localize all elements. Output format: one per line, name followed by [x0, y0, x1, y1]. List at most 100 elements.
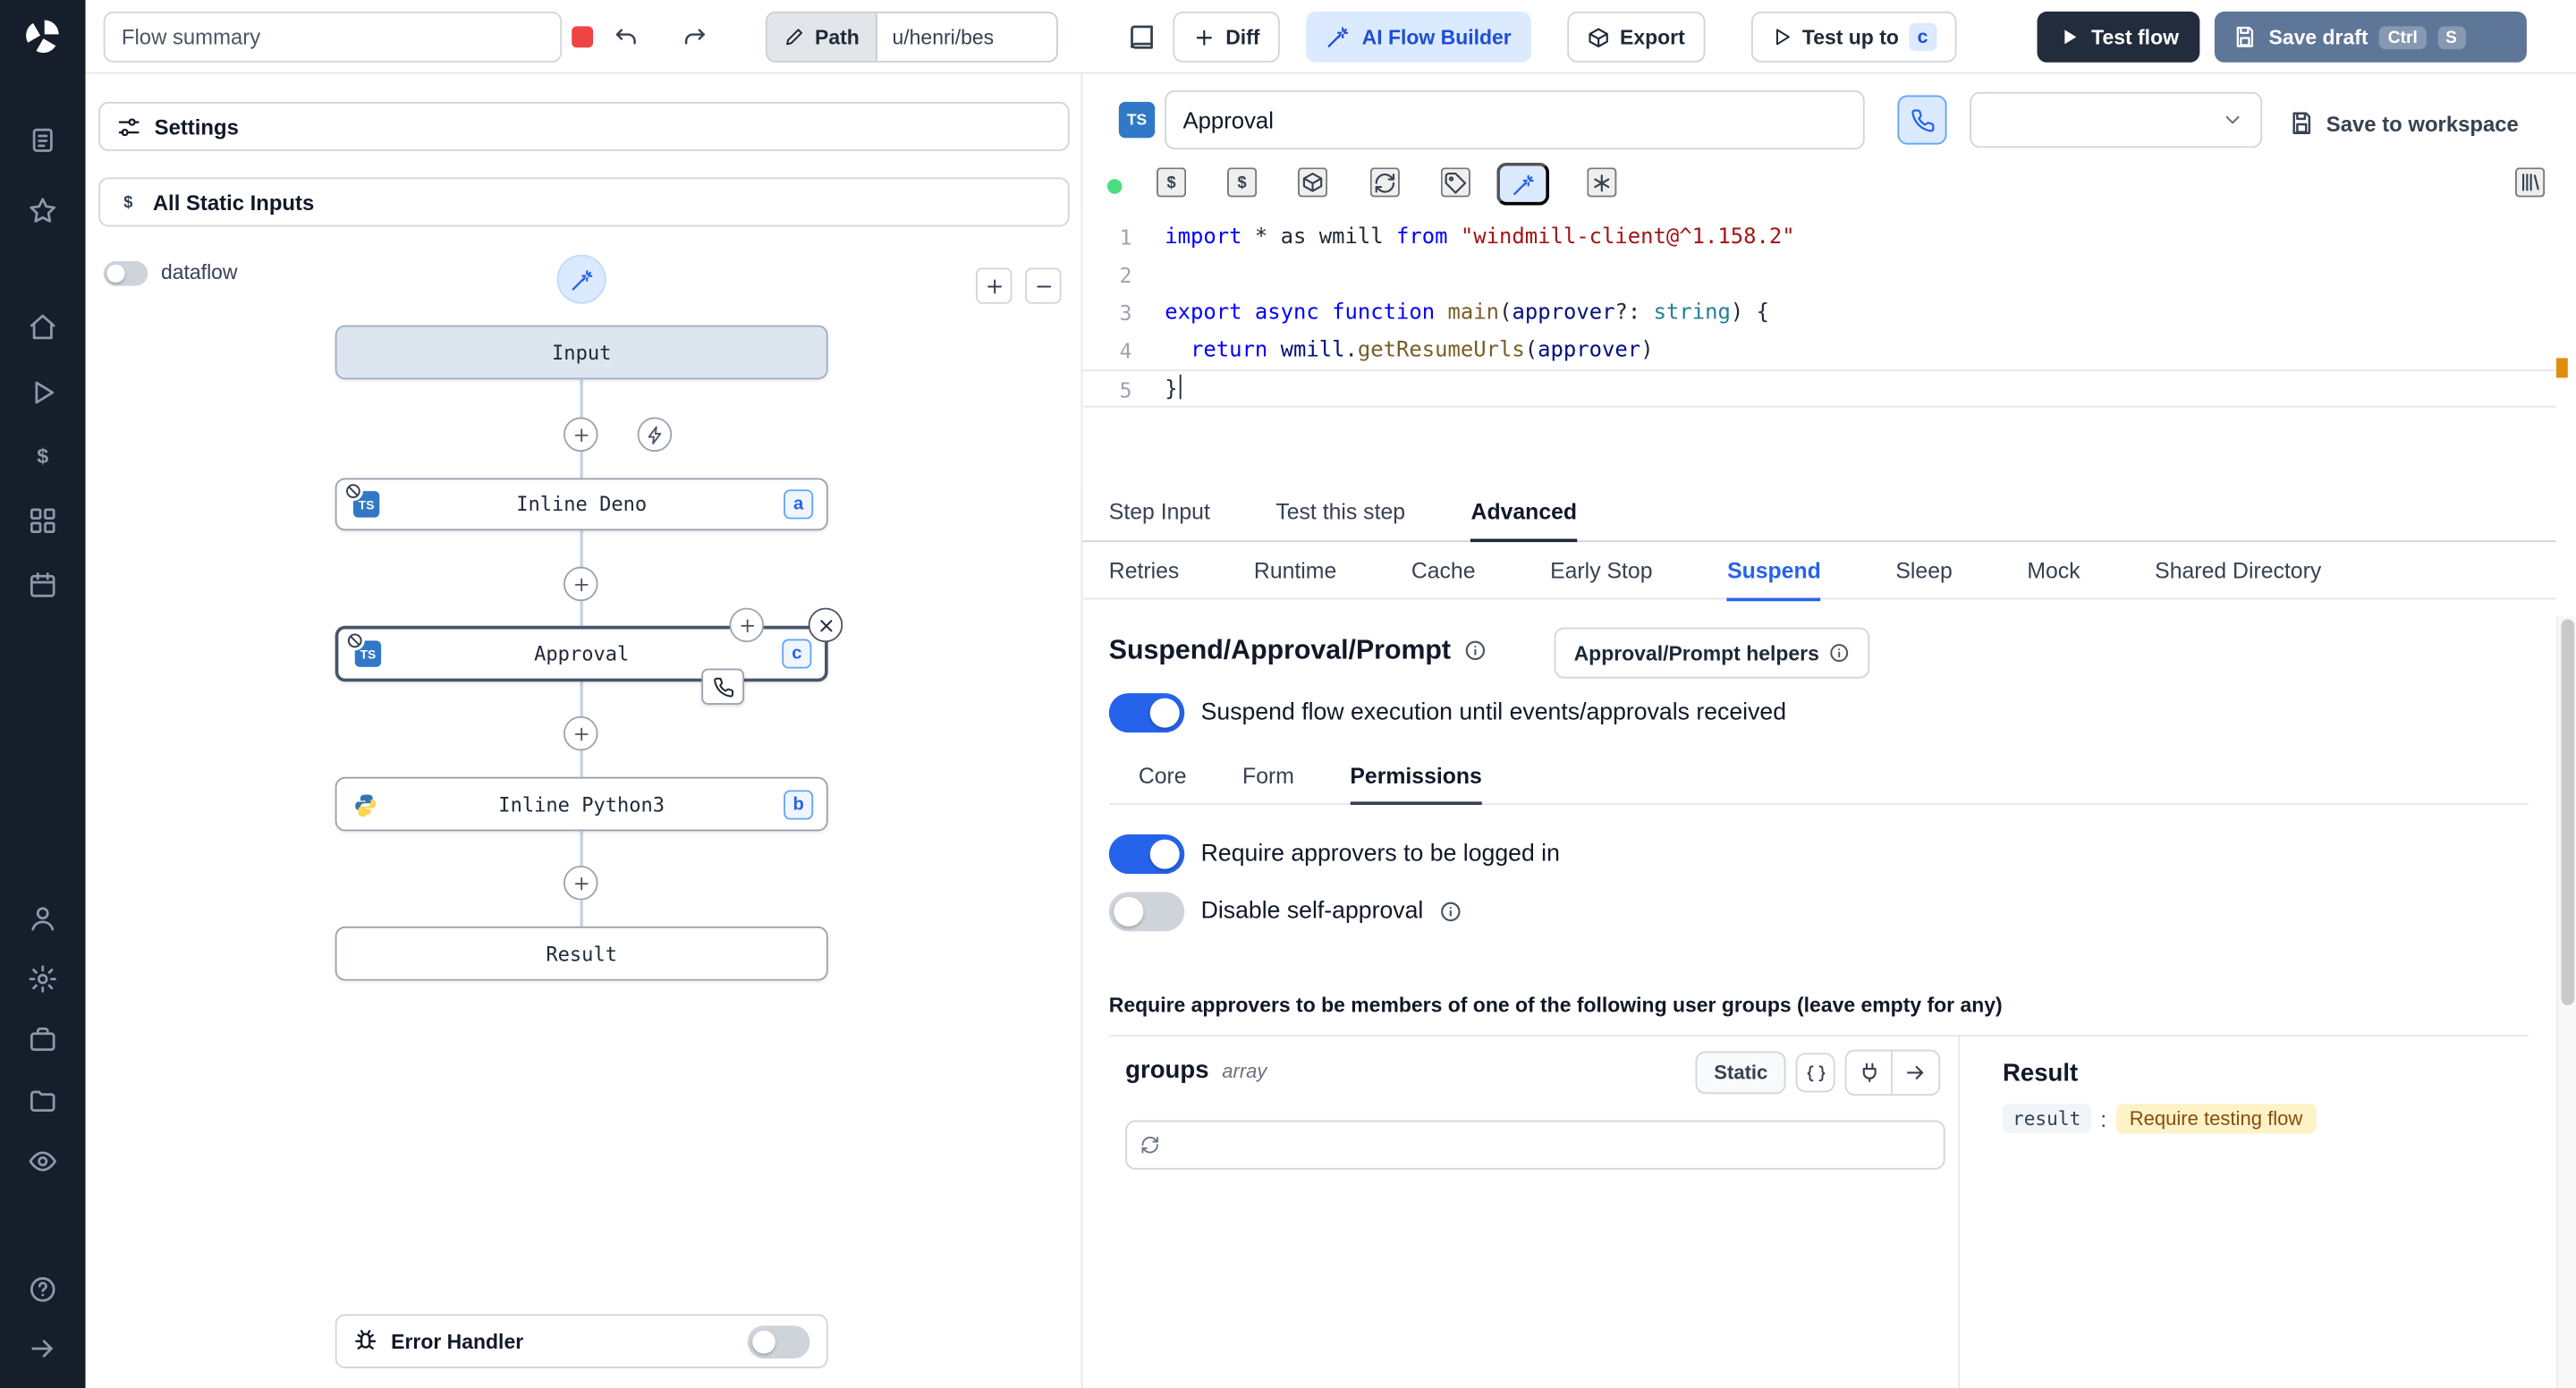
redo-button[interactable] — [672, 13, 717, 61]
zoom-out-button[interactable] — [1025, 267, 1062, 304]
result-title: Result — [2002, 1059, 2079, 1088]
tab-shared-directory[interactable]: Shared Directory — [2155, 542, 2321, 601]
tab-early-stop[interactable]: Early Stop — [1550, 542, 1652, 601]
sidebar-runs-icon[interactable] — [23, 120, 63, 159]
bug-icon — [353, 1329, 378, 1354]
groups-label-row: groups array — [1125, 1056, 1267, 1084]
plug-icon-button[interactable] — [1846, 1051, 1893, 1095]
sidebar-jobs-icon[interactable] — [23, 373, 63, 412]
variable-picker-icon[interactable] — [1157, 167, 1187, 198]
flow-summary-input[interactable] — [103, 11, 563, 63]
sidebar-folders-icon[interactable] — [23, 1081, 63, 1121]
sidebar-users-icon[interactable] — [23, 899, 63, 938]
insert-step-button[interactable] — [563, 417, 598, 453]
tab-suspend[interactable]: Suspend — [1727, 542, 1821, 602]
sidebar-help-icon[interactable] — [23, 1270, 63, 1309]
diff-button[interactable]: Diff — [1173, 11, 1280, 63]
scrollbar-thumb[interactable] — [2561, 619, 2575, 1006]
docs-book-button[interactable] — [1117, 13, 1166, 61]
tab-cache[interactable]: Cache — [1411, 542, 1476, 601]
code-line[interactable]: 5} — [1082, 369, 2556, 408]
sidebar-resources-icon[interactable] — [23, 501, 63, 540]
approval-prompt-helpers-button[interactable]: Approval/Prompt helpers — [1554, 627, 1870, 679]
approval-phone-icon[interactable] — [701, 668, 745, 705]
tab-permissions[interactable]: Permissions — [1350, 750, 1482, 805]
save-to-workspace-button[interactable]: Save to workspace — [2289, 102, 2519, 145]
script-tag-icon[interactable] — [1440, 167, 1470, 198]
flow-node-input[interactable]: Input — [335, 325, 828, 380]
generate-icon[interactable] — [1587, 167, 1617, 198]
script-library-icon[interactable] — [2515, 167, 2546, 198]
tab-retries[interactable]: Retries — [1109, 542, 1180, 601]
export-button[interactable]: Export — [1567, 11, 1705, 63]
save-draft-button[interactable]: Save draft Ctrl S — [2214, 11, 2527, 63]
step-name-input[interactable] — [1165, 90, 1865, 150]
delete-step-button[interactable] — [808, 607, 843, 643]
panel-scrollbar[interactable] — [2555, 615, 2576, 1388]
code-line[interactable]: 1 import * as wmill from "windmill-client… — [1082, 218, 2556, 256]
error-handler-toggle[interactable] — [747, 1325, 810, 1358]
error-handler-row[interactable]: Error Handler — [335, 1314, 828, 1368]
add-step-after-approval-button[interactable] — [729, 607, 765, 643]
tab-core[interactable]: Core — [1139, 750, 1187, 805]
tab-step-input[interactable]: Step Input — [1109, 485, 1210, 542]
flow-node-inline-deno[interactable]: TS Inline Deno a — [335, 478, 828, 531]
sidebar-variables-icon[interactable] — [23, 437, 63, 477]
result-colon: : — [2100, 1106, 2107, 1131]
suspend-toggle[interactable] — [1108, 693, 1185, 733]
sidebar-settings-icon[interactable] — [23, 960, 63, 999]
refresh-icon[interactable] — [1140, 1135, 1160, 1155]
suspend-phone-button[interactable] — [1897, 95, 1947, 145]
undo-button[interactable] — [603, 13, 648, 61]
sidebar-audit-logs-icon[interactable] — [23, 1142, 63, 1181]
insert-step-button[interactable] — [563, 865, 598, 901]
insert-step-button[interactable] — [563, 566, 598, 602]
flow-settings-row[interactable]: Settings — [98, 101, 1070, 151]
ai-flow-builder-button[interactable]: AI Flow Builder — [1306, 11, 1531, 63]
code-line[interactable]: 3 export async function main(approver?: s… — [1082, 294, 2556, 332]
app-sidebar — [0, 0, 86, 1388]
info-icon[interactable] — [1440, 901, 1463, 924]
tab-form[interactable]: Form — [1242, 750, 1294, 805]
sidebar-schedules-icon[interactable] — [23, 565, 63, 605]
sidebar-collapse-icon[interactable] — [23, 1329, 63, 1368]
flow-node-result[interactable]: Result — [335, 926, 828, 981]
groups-input[interactable] — [1169, 1132, 1931, 1157]
windmill-logo[interactable] — [20, 13, 65, 59]
pencil-icon — [784, 26, 805, 47]
ai-assistant-wand-icon[interactable] — [1496, 162, 1550, 206]
template-select[interactable] — [1970, 91, 2263, 148]
contextual-variable-icon[interactable] — [1227, 167, 1258, 198]
zoom-in-button[interactable] — [976, 267, 1013, 304]
ai-graph-wand-button[interactable] — [556, 254, 606, 304]
path-button[interactable]: Path u/henri/bes — [765, 11, 1058, 63]
all-static-inputs-row[interactable]: All Static Inputs — [98, 177, 1070, 227]
require-login-toggle[interactable] — [1108, 834, 1185, 875]
arrow-icon-button[interactable] — [1892, 1051, 1939, 1095]
tab-runtime[interactable]: Runtime — [1254, 542, 1336, 601]
sidebar-home-icon[interactable] — [23, 307, 63, 346]
tab-sleep[interactable]: Sleep — [1895, 542, 1952, 601]
flow-node-inline-python3[interactable]: Inline Python3 b — [335, 776, 828, 832]
result-value-chip[interactable]: Require testing flow — [2116, 1104, 2316, 1134]
test-flow-button[interactable]: Test flow — [2037, 11, 2200, 63]
static-button[interactable]: Static — [1696, 1051, 1786, 1095]
info-icon[interactable] — [1464, 639, 1487, 662]
code-line[interactable]: 4 return wmill.getResumeUrls(approver) — [1082, 332, 2556, 369]
code-editor[interactable]: 1 import * as wmill from "windmill-client… — [1082, 210, 2556, 485]
resource-picker-icon[interactable] — [1298, 167, 1328, 198]
expression-toggle-button[interactable] — [1795, 1053, 1835, 1093]
insert-branch-button[interactable] — [637, 417, 673, 453]
sidebar-favorites-icon[interactable] — [23, 190, 63, 230]
tab-test-this-step[interactable]: Test this step — [1275, 485, 1405, 542]
dataflow-toggle[interactable] — [103, 260, 148, 285]
tab-advanced[interactable]: Advanced — [1470, 485, 1578, 543]
code-line[interactable]: 2 — [1082, 257, 2556, 294]
sidebar-workers-icon[interactable] — [23, 1020, 63, 1060]
reset-code-icon[interactable] — [1369, 167, 1400, 198]
test-up-to-button[interactable]: Test up to c — [1750, 11, 1957, 63]
tab-mock[interactable]: Mock — [2027, 542, 2080, 601]
insert-step-button[interactable] — [563, 715, 598, 751]
node-annotation-icon — [343, 481, 363, 502]
disable-self-approval-toggle[interactable] — [1108, 892, 1185, 932]
